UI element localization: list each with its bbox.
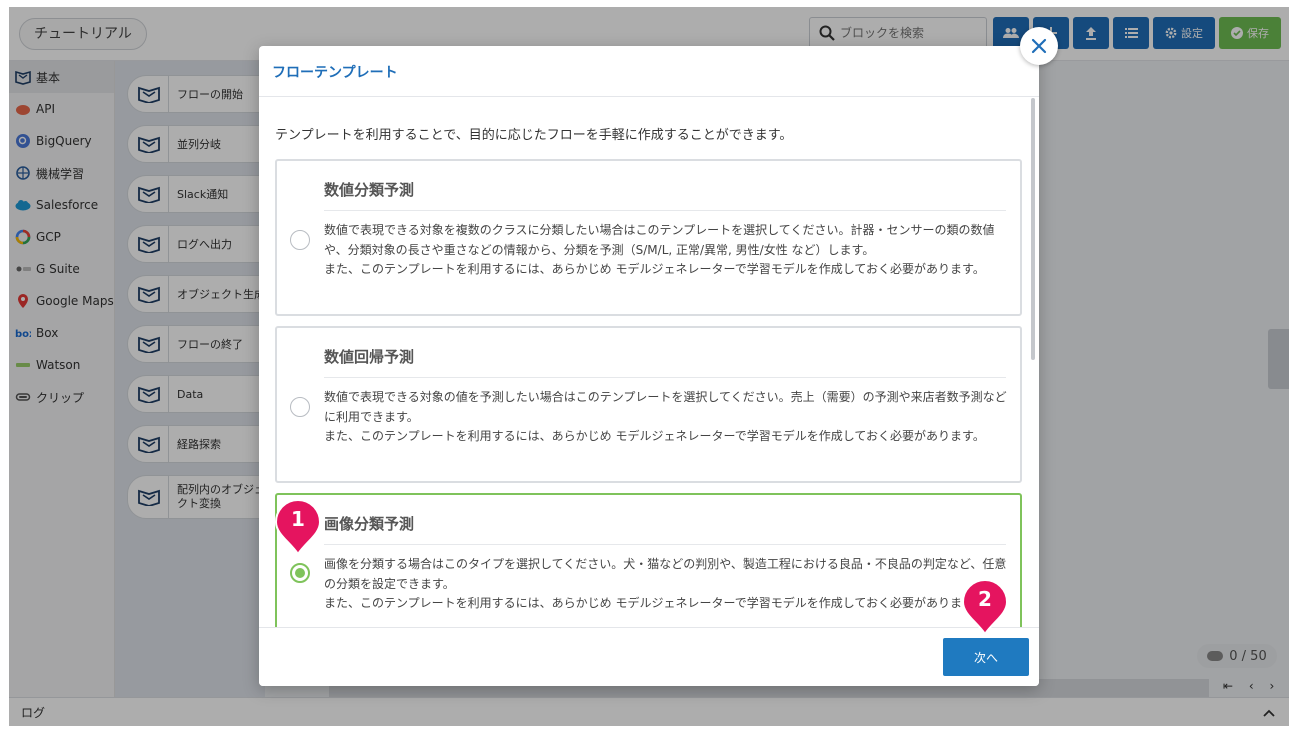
description-line: 画像を分類する場合はこのタイプを選択してください。犬・猫などの判別や、製造工程に… <box>324 557 1007 591</box>
template-card-image-classification[interactable]: 画像分類予測 画像を分類する場合はこのタイプを選択してください。犬・猫などの判別… <box>275 493 1022 627</box>
template-card-numeric-classification[interactable]: 数値分類予測 数値で表現できる対象を複数のクラスに分類したい場合はこのテンプレー… <box>275 159 1022 316</box>
dialog-title: フローテンプレート <box>272 65 398 81</box>
dialog-header: フローテンプレート <box>259 46 1039 97</box>
description-line: また、このテンプレートを利用するには、あらかじめ モデルジェネレーターで学習モデ… <box>324 596 985 610</box>
template-description: 数値で表現できる対象を複数のクラスに分類したい場合はこのテンプレートを選択してく… <box>324 221 1008 280</box>
description-line: 数値で表現できる対象の値を予測したい場合はこのテンプレートを選択してください。売… <box>324 390 1007 424</box>
close-icon <box>1031 38 1047 54</box>
template-divider <box>324 210 1006 211</box>
template-title: 数値分類予測 <box>324 181 415 199</box>
flow-template-dialog: フローテンプレート テンプレートを利用することで、目的に応じたフローを手軽に作成… <box>259 46 1039 686</box>
description-line: また、このテンプレートを利用するには、あらかじめ モデルジェネレーターで学習モデ… <box>324 262 985 276</box>
close-dialog-button[interactable] <box>1020 27 1058 65</box>
step-marker-1: 1 <box>274 498 322 556</box>
template-card-numeric-regression[interactable]: 数値回帰予測 数値で表現できる対象の値を予測したい場合はこのテンプレートを選択し… <box>275 326 1022 483</box>
dialog-intro: テンプレートを利用することで、目的に応じたフローを手軽に作成することができます。 <box>275 128 793 143</box>
step-marker-2: 2 <box>961 578 1009 636</box>
template-radio[interactable] <box>290 230 310 250</box>
template-title: 画像分類予測 <box>324 515 415 533</box>
template-description: 数値で表現できる対象の値を予測したい場合はこのテンプレートを選択してください。売… <box>324 388 1008 447</box>
template-divider <box>324 377 1006 378</box>
dialog-scrollbar[interactable] <box>1031 98 1035 360</box>
description-line: また、このテンプレートを利用するには、あらかじめ モデルジェネレーターで学習モデ… <box>324 429 985 443</box>
template-divider <box>324 544 1006 545</box>
dialog-footer: 次へ <box>259 627 1039 686</box>
description-line: 数値で表現できる対象を複数のクラスに分類したい場合はこのテンプレートを選択してく… <box>324 223 995 257</box>
dialog-body: テンプレートを利用することで、目的に応じたフローを手軽に作成することができます。… <box>259 97 1039 627</box>
step-number: 1 <box>291 507 305 531</box>
template-radio[interactable] <box>290 397 310 417</box>
next-button[interactable]: 次へ <box>943 638 1029 676</box>
template-title: 数値回帰予測 <box>324 348 415 366</box>
step-number: 2 <box>978 587 992 611</box>
template-radio-selected[interactable] <box>290 563 310 583</box>
template-description: 画像を分類する場合はこのタイプを選択してください。犬・猫などの判別や、製造工程に… <box>324 555 1008 614</box>
